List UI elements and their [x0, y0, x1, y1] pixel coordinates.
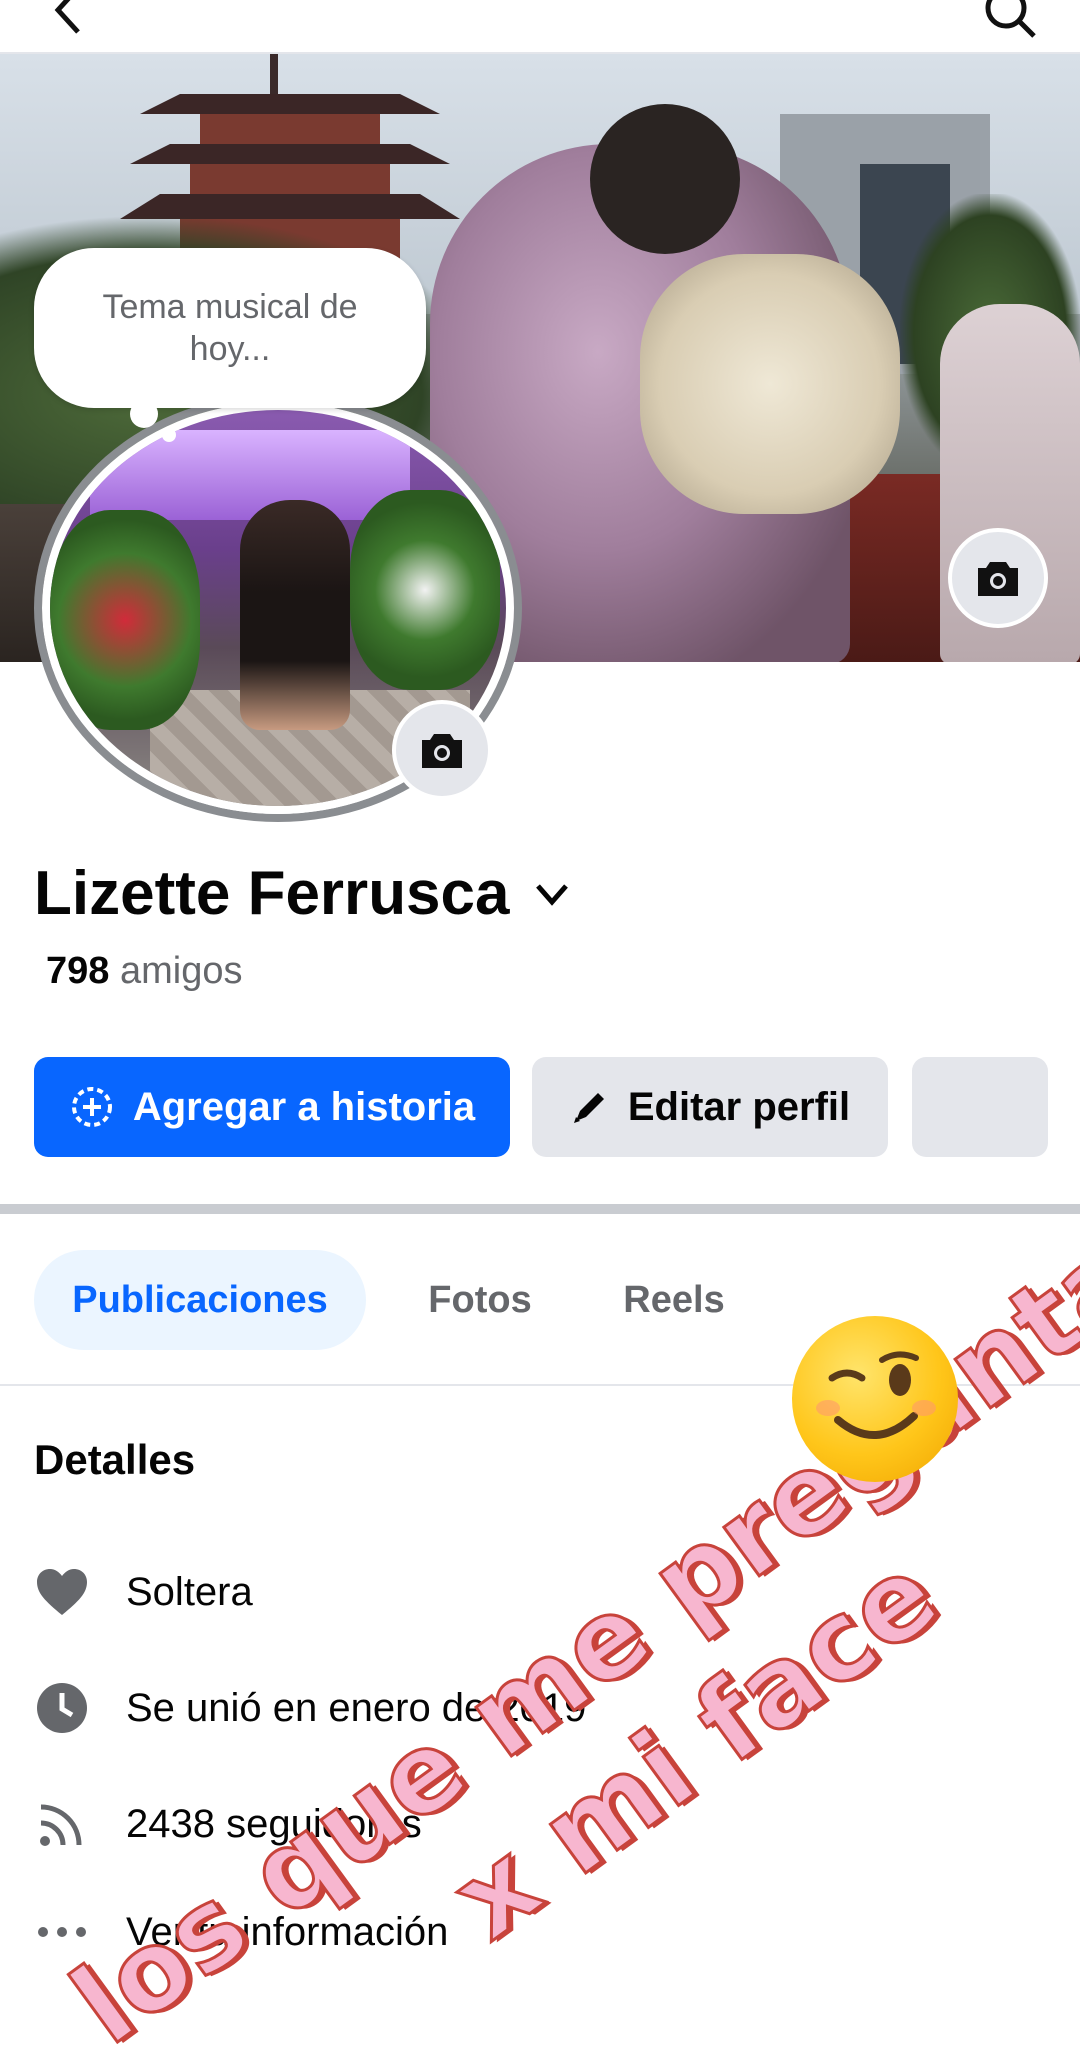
bubble-tail: [130, 400, 158, 428]
profile-name-row[interactable]: Lizette Ferrusca: [34, 858, 572, 929]
pencil-icon: [573, 1093, 604, 1123]
tab-reels[interactable]: Reels: [604, 1250, 744, 1350]
profile-name: Lizette Ferrusca: [34, 859, 510, 928]
tab-publicaciones[interactable]: Publicaciones: [34, 1250, 366, 1350]
search-icon[interactable]: [980, 0, 1040, 47]
back-arrow-icon[interactable]: [40, 0, 100, 53]
relationship-text: Soltera: [126, 1569, 253, 1614]
heart-icon: [34, 1564, 90, 1620]
tab-fotos[interactable]: Fotos: [410, 1250, 550, 1350]
winking-face-emoji-icon: [792, 1316, 958, 1482]
top-bar: [0, 0, 1080, 54]
profile-note-text: Tema musical de hoy...: [102, 288, 358, 368]
more-options-button[interactable]: [912, 1057, 1048, 1157]
avatar-flowers-left: [50, 510, 200, 730]
cover-figure-head: [590, 104, 740, 254]
chevron-down-icon[interactable]: [532, 874, 572, 914]
camera-icon: [422, 734, 462, 768]
bubble-tail-small: [162, 428, 176, 442]
profile-camera-button[interactable]: [392, 700, 492, 800]
add-to-story-button[interactable]: Agregar a historia: [34, 1057, 510, 1157]
profile-note-bubble[interactable]: Tema musical de hoy...: [34, 248, 426, 408]
friends-count[interactable]: 798 amigos: [46, 950, 242, 993]
clock-icon: [34, 1680, 90, 1736]
rss-feed-icon: [34, 1796, 90, 1852]
friends-label: amigos: [119, 950, 243, 992]
friends-number: 798: [46, 950, 110, 992]
add-story-icon: [71, 1087, 112, 1127]
details-heading: Detalles: [34, 1436, 196, 1483]
section-divider: [0, 1204, 1080, 1214]
edit-profile-button[interactable]: Editar perfil: [532, 1057, 888, 1157]
edit-profile-label: Editar perfil: [627, 1084, 851, 1129]
add-to-story-label: Agregar a historia: [132, 1084, 476, 1129]
cover-camera-button[interactable]: [948, 528, 1048, 628]
detail-relationship: Soltera: [34, 1562, 253, 1622]
camera-icon: [978, 562, 1018, 596]
avatar-person: [240, 500, 350, 730]
cover-obi-bow: [640, 254, 900, 514]
avatar-stage-lights: [90, 430, 410, 520]
avatar-flowers-right: [350, 490, 500, 690]
